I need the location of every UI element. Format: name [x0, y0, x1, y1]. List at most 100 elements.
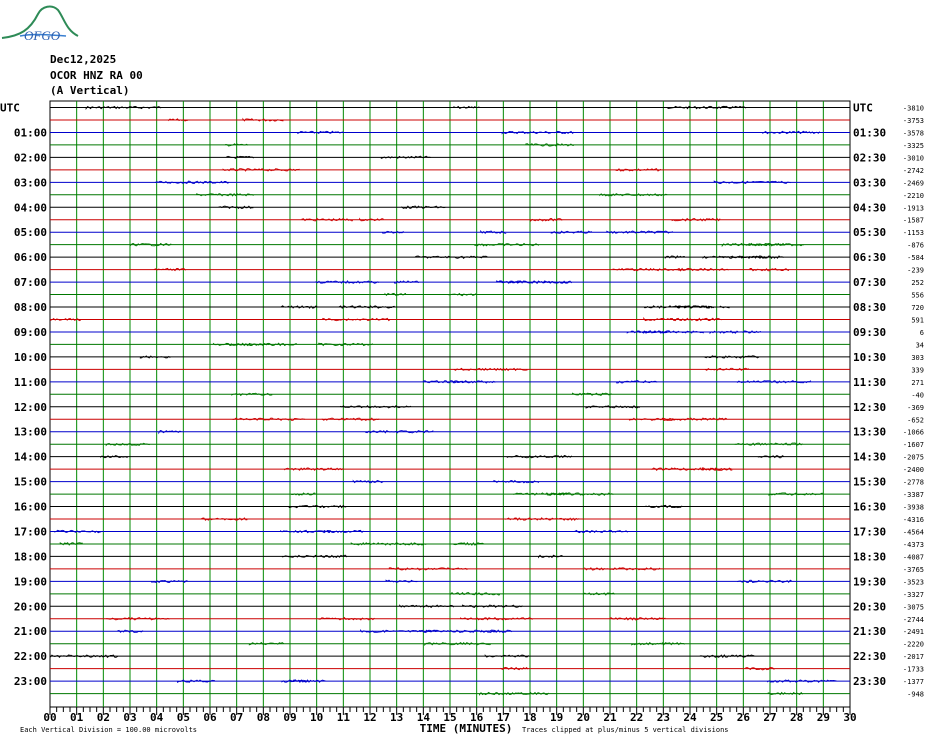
right-half-label: 21:30 [853, 625, 886, 638]
right-half-label: 15:30 [853, 476, 886, 489]
trace-offset-value: 339 [911, 366, 924, 374]
scale-note: Each Vertical Division = 100.00 microvol… [20, 726, 197, 734]
trace-offset-value: -4316 [903, 516, 924, 524]
left-hour-label: 16:00 [14, 501, 47, 514]
trace-offset-value: -3765 [903, 566, 924, 574]
trace-noise [85, 105, 162, 111]
right-half-label: 08:30 [853, 301, 886, 314]
left-hour-label: 09:00 [14, 326, 47, 339]
trace-noise [196, 193, 254, 197]
right-half-label: 19:30 [853, 575, 886, 588]
x-tick-label: 25 [710, 711, 723, 724]
right-half-label: 20:30 [853, 600, 886, 613]
trace-offset-value: -1607 [903, 441, 924, 449]
trace-offset-value: -2778 [903, 479, 924, 487]
trace-offset-value: -3523 [903, 578, 924, 586]
left-hour-label: 04:00 [14, 201, 47, 214]
left-hour-label: 12:00 [14, 401, 47, 414]
trace-noise [322, 317, 391, 322]
trace-offset-value: -1913 [903, 204, 924, 212]
x-tick-label: 23 [657, 711, 670, 724]
trace-offset-value: -3753 [903, 117, 924, 125]
left-hour-label: 13:00 [14, 426, 47, 439]
left-hour-label: 19:00 [14, 575, 47, 588]
trace-offset-value: -2744 [903, 616, 924, 624]
trace-noise [394, 280, 419, 284]
x-tick-label: 11 [337, 711, 351, 724]
x-tick-label: 01 [70, 711, 84, 724]
x-tick-label: 30 [843, 711, 856, 724]
trace-offset-value: -4087 [903, 553, 924, 561]
trace-offset-value: -40 [911, 391, 924, 399]
trace-offset-value: 271 [911, 379, 924, 387]
right-half-label: 23:30 [853, 675, 886, 688]
trace-noise [284, 467, 344, 471]
helicorder-chart: UTC 01:00 02:00 03:00 04:00 05:00 06:00 07:00 08… [0, 100, 924, 735]
trace-noise [704, 367, 749, 371]
trace-offset-value: -1377 [903, 678, 924, 686]
right-half-label: 18:30 [853, 550, 886, 563]
trace-offset-value: -2075 [903, 454, 924, 462]
right-half-label: 17:30 [853, 525, 886, 538]
trace-noise [360, 629, 438, 633]
left-hour-label: 20:00 [14, 600, 47, 613]
x-tick-label: 28 [790, 711, 803, 724]
trace-noise [452, 380, 496, 384]
right-half-label: 02:30 [853, 151, 886, 164]
trace-offset-value: -2469 [903, 179, 924, 187]
trace-offset-value: -3938 [903, 504, 924, 512]
right-half-label: 14:30 [853, 451, 886, 464]
left-hour-label: 22:00 [14, 650, 47, 663]
trace-offset-value: 6 [920, 329, 924, 337]
trace-noise [385, 579, 418, 583]
x-tick-label: 10 [310, 711, 323, 724]
left-hour-label: UTC [0, 102, 20, 115]
left-hour-label: 21:00 [14, 625, 47, 638]
left-hour-label: 11:00 [14, 376, 47, 389]
left-hour-label: 08:00 [14, 301, 47, 314]
left-hour-label: 06:00 [14, 251, 47, 264]
trace-offset-value: 252 [911, 279, 924, 287]
right-half-label: 09:30 [853, 326, 886, 339]
right-half-label: 22:30 [853, 650, 886, 663]
x-tick-label: 19 [550, 711, 563, 724]
trace-offset-value: 720 [911, 304, 924, 312]
trace-offset-value: -369 [907, 404, 924, 412]
trace-offset-value: -2400 [903, 466, 924, 474]
right-half-label: 04:30 [853, 201, 886, 214]
left-hour-label: 01:00 [14, 126, 47, 139]
x-tick-label: 13 [390, 711, 403, 724]
trace-offset-value: -2210 [903, 192, 924, 200]
right-half-label: 16:30 [853, 501, 886, 514]
x-tick-label: 22 [630, 711, 643, 724]
x-tick-label: 06 [203, 711, 217, 724]
trace-offset-value: -3010 [903, 154, 924, 162]
trace-noise [248, 641, 285, 646]
right-half-label: 10:30 [853, 351, 886, 364]
trace-offset-value: -3810 [903, 105, 924, 113]
trace-noise [762, 130, 821, 135]
trace-offset-value: -3387 [903, 491, 924, 499]
x-tick-label: 12 [363, 711, 376, 724]
left-hour-label: 17:00 [14, 525, 47, 538]
trace-offset-value: -652 [907, 416, 924, 424]
left-hour-label: 18:00 [14, 550, 47, 563]
x-tick-label: 09 [283, 711, 296, 724]
left-hour-label: 10:00 [14, 351, 47, 364]
left-hour-label: 23:00 [14, 675, 47, 688]
trace-offset-value: -3075 [903, 603, 924, 611]
x-tick-label: 26 [737, 711, 751, 724]
right-half-label: 11:30 [853, 376, 886, 389]
x-tick-label: 02 [97, 711, 110, 724]
right-half-label: 06:30 [853, 251, 886, 264]
trace-offset-value: -2017 [903, 653, 924, 661]
right-half-label: 03:30 [853, 176, 886, 189]
trace-offset-value: -584 [907, 254, 924, 262]
trace-offset-value: -876 [907, 242, 924, 250]
left-hour-label: 07:00 [14, 276, 47, 289]
x-tick-label: 03 [123, 711, 136, 724]
trace-offset-value: -4373 [903, 541, 924, 549]
x-tick-label: 27 [763, 711, 776, 724]
trace-offset-value: -1066 [903, 429, 924, 437]
trace-offset-value: -1733 [903, 666, 924, 674]
